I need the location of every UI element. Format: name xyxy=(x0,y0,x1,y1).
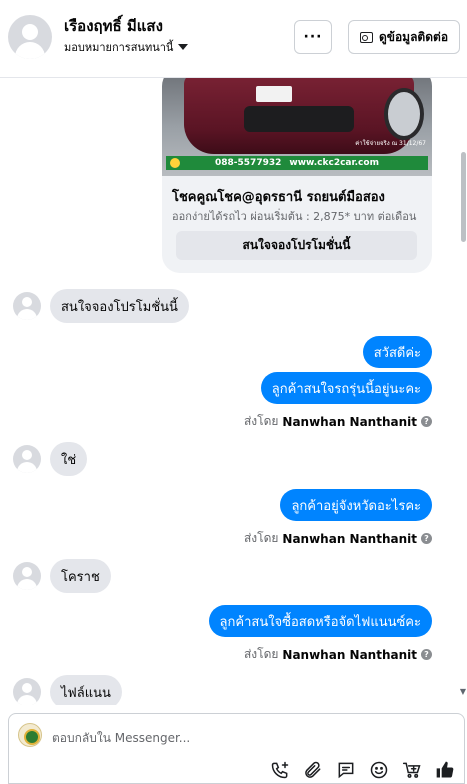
contact-avatar-small[interactable] xyxy=(13,678,41,705)
sent-by-info: ส่งโดย Nanwhan Nanthanit ? xyxy=(244,529,432,548)
help-icon[interactable]: ? xyxy=(421,533,432,544)
sent-by-prefix: ส่งโดย xyxy=(243,414,279,428)
help-icon[interactable]: ? xyxy=(421,416,432,427)
incoming-message[interactable]: สนใจจองโปรโมชั่นนี้ xyxy=(50,289,189,323)
attachment-icon[interactable] xyxy=(301,758,324,781)
sent-by-info: ส่งโดย Nanwhan Nanthanit ? xyxy=(244,412,432,431)
ad-card[interactable]: ค่าใช้จ่ายจริง ณ 31/12/67 088-5577932 ww… xyxy=(162,78,432,273)
contact-name[interactable]: เรืองฤทธิ์ มีแสง xyxy=(64,14,163,38)
incoming-message[interactable]: ไฟล์แนน xyxy=(50,675,122,705)
caret-down-icon xyxy=(178,44,189,50)
ad-small-print: ค่าใช้จ่ายจริง ณ 31/12/67 xyxy=(355,140,426,147)
person-avatar-icon xyxy=(22,297,32,307)
contact-avatar[interactable] xyxy=(8,15,52,59)
ad-title: โชคคูณโชค@อุดรธานี รถยนต์มือสอง xyxy=(172,190,385,205)
outgoing-message[interactable]: ลูกค้าสนใจซื้อสดหรือจัดไฟแนนซ์คะ xyxy=(208,605,432,637)
sent-by-agent[interactable]: Nanwhan Nanthanit xyxy=(282,415,417,429)
sent-by-prefix: ส่งโดย xyxy=(243,531,279,545)
assign-conversation-dropdown[interactable]: มอบหมายการสนทนานี้ xyxy=(64,38,189,56)
saved-reply-icon[interactable] xyxy=(334,758,357,781)
help-icon[interactable]: ? xyxy=(421,649,432,660)
view-contact-info-button[interactable]: ดูข้อมูลติดต่อ xyxy=(348,20,460,54)
sent-by-prefix: ส่งโดย xyxy=(243,647,279,661)
outgoing-message[interactable]: ลูกค้าอยู่จังหวัดอะไรคะ xyxy=(280,489,432,521)
ad-cta-button[interactable]: สนใจจองโปรโมชั่นนี้ xyxy=(176,231,417,260)
outgoing-message[interactable]: ลูกค้าสนใจรถรุ่นนี้อยู่นะคะ xyxy=(260,372,432,404)
assign-label: มอบหมายการสนทนานี้ xyxy=(64,41,174,54)
scroll-down-icon[interactable]: ▼ xyxy=(459,687,467,696)
more-icon: ··· xyxy=(303,29,323,45)
outgoing-message[interactable]: สวัสดีค่ะ xyxy=(362,336,432,368)
ad-website: www.ckc2car.com xyxy=(289,158,379,168)
more-options-button[interactable]: ··· xyxy=(294,20,332,54)
contact-avatar-small[interactable] xyxy=(13,562,41,590)
ad-car-image: ค่าใช้จ่ายจริง ณ 31/12/67 088-5577932 ww… xyxy=(162,78,432,176)
sent-by-info: ส่งโดย Nanwhan Nanthanit ? xyxy=(244,645,432,664)
person-avatar-icon xyxy=(22,24,38,40)
incoming-message[interactable]: โคราช xyxy=(50,559,111,593)
reply-composer: ตอบกลับใน Messenger... xyxy=(8,713,465,784)
contact-card-icon xyxy=(359,31,373,43)
emoji-icon[interactable] xyxy=(367,758,390,781)
page-avatar xyxy=(18,723,42,747)
message-thread[interactable]: ค่าใช้จ่ายจริง ณ 31/12/67 088-5577932 ww… xyxy=(0,78,467,705)
person-avatar-icon xyxy=(22,683,32,693)
cart-add-icon[interactable] xyxy=(400,758,423,781)
ad-contact-band: 088-5577932 www.ckc2car.com xyxy=(166,156,428,170)
scrollbar-thumb[interactable] xyxy=(461,152,466,242)
sent-by-agent[interactable]: Nanwhan Nanthanit xyxy=(282,648,417,662)
view-contact-info-label: ดูข้อมูลติดต่อ xyxy=(378,29,449,44)
chat-scrollbar[interactable]: ▼ xyxy=(459,78,467,705)
phone-add-icon[interactable] xyxy=(268,758,291,781)
ad-subtitle: ออกง่ายได้รถไว ผ่อนเริ่มต้น : 2,875* บาท… xyxy=(172,210,417,223)
contact-avatar-small[interactable] xyxy=(13,445,41,473)
reply-input[interactable]: ตอบกลับใน Messenger... xyxy=(52,729,190,748)
composer-toolbar xyxy=(268,758,456,781)
person-avatar-icon xyxy=(22,567,32,577)
sent-by-agent[interactable]: Nanwhan Nanthanit xyxy=(282,532,417,546)
contact-avatar-small[interactable] xyxy=(13,292,41,320)
person-avatar-icon xyxy=(22,450,32,460)
thumbs-up-icon[interactable] xyxy=(433,758,456,781)
dealer-logo-icon xyxy=(170,158,180,168)
conversation-header: เรืองฤทธิ์ มีแสง มอบหมายการสนทนานี้ ··· … xyxy=(0,0,467,78)
incoming-message[interactable]: ใช่ xyxy=(50,442,88,476)
ad-phone: 088-5577932 xyxy=(215,158,282,168)
